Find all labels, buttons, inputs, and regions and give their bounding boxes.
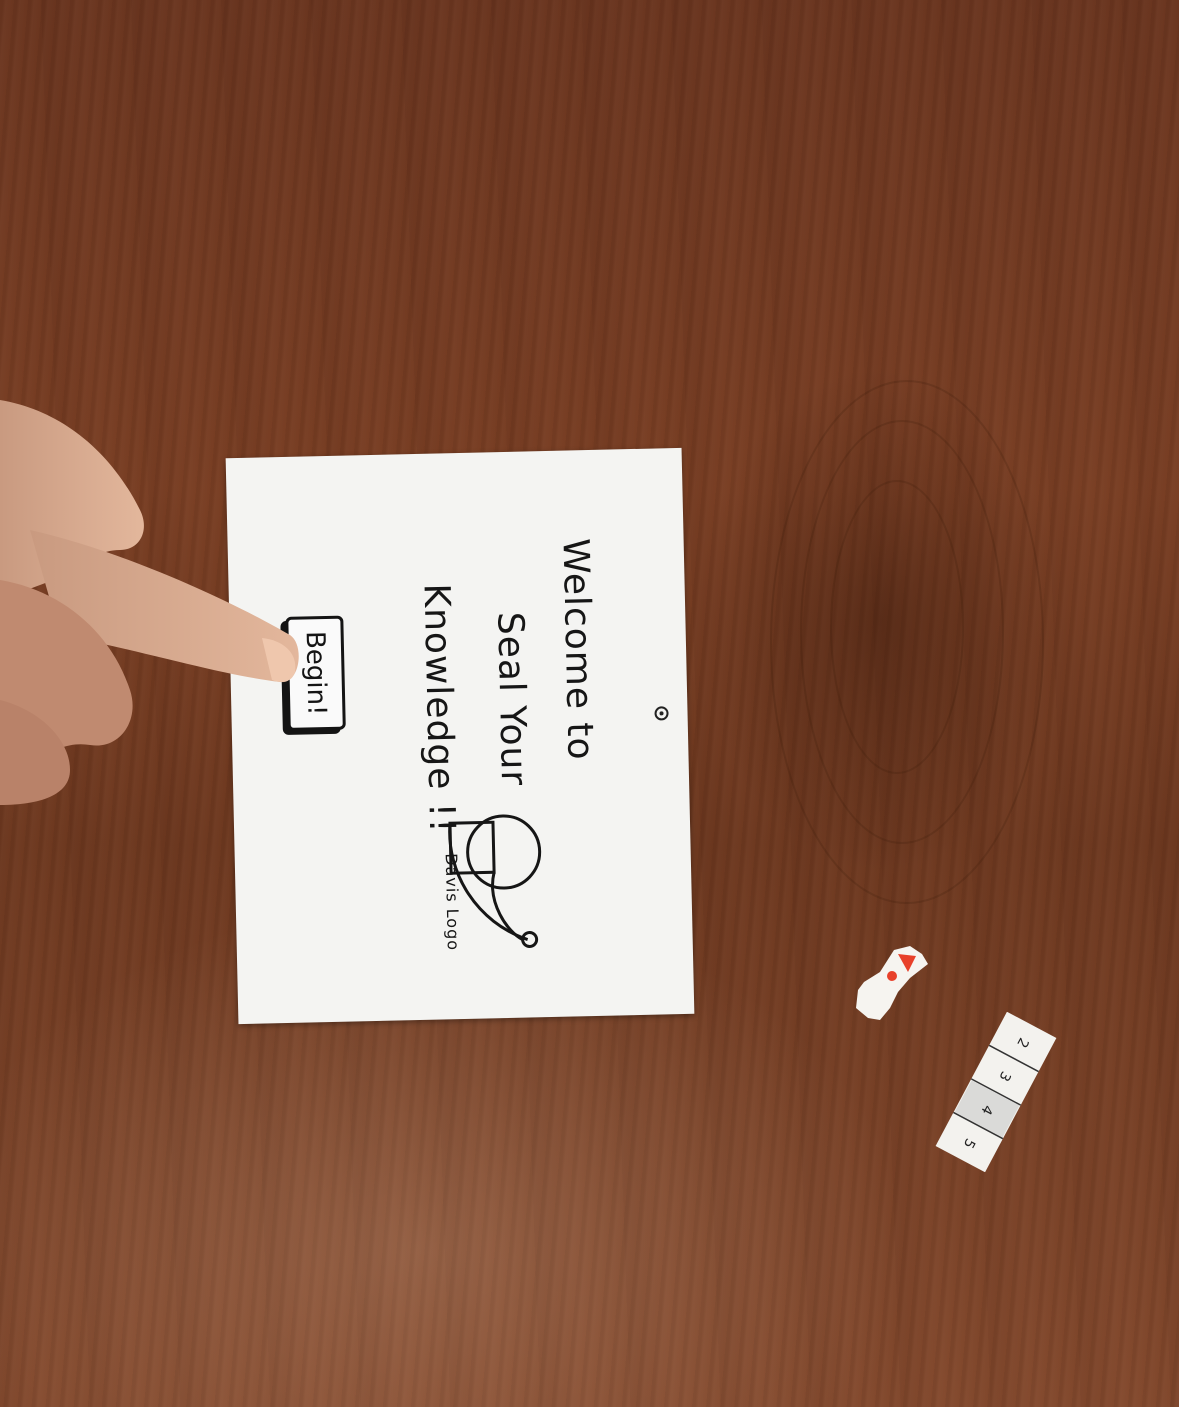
- exclamation-icon: [856, 946, 928, 1020]
- rating-selector: 2 3 4 5: [935, 1012, 1057, 1172]
- camera-dot-icon: [654, 706, 669, 721]
- wood-grain: [830, 480, 964, 774]
- welcome-title-line1: Welcome to: [554, 537, 601, 762]
- welcome-title-line2: Seal Your: [489, 611, 535, 787]
- welcome-title-line3: Knowledge !!: [415, 583, 463, 835]
- pointing-hand: [0, 400, 299, 805]
- logo-caption: Davis Logo: [441, 853, 463, 952]
